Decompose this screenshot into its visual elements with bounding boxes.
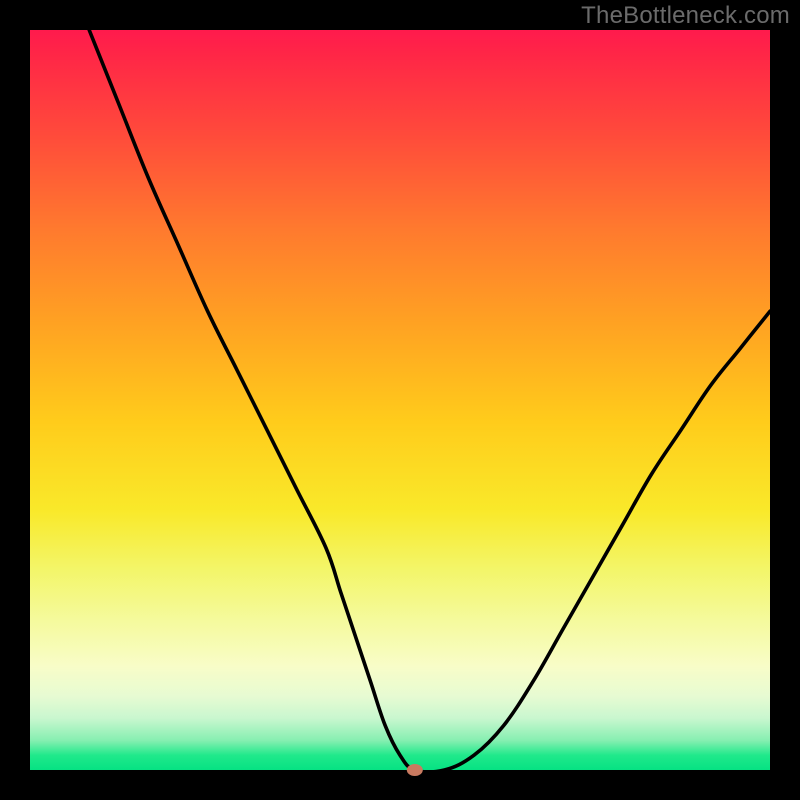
chart-frame: TheBottleneck.com bbox=[0, 0, 800, 800]
bottleneck-curve bbox=[89, 30, 770, 772]
optimal-point-marker bbox=[407, 764, 423, 776]
chart-svg bbox=[0, 0, 800, 800]
